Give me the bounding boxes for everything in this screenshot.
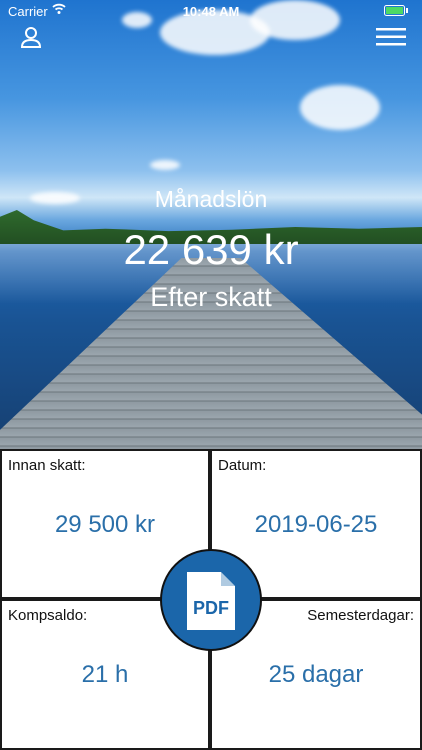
pdf-button[interactable]: PDF [160,549,262,651]
card-label: Datum: [218,457,267,474]
status-bar: Carrier 10:48 AM [0,0,422,22]
card-label: Semesterdagar: [307,607,414,624]
card-value: 29 500 kr [54,511,156,538]
clock: 10:48 AM [182,4,240,19]
salary-subtitle: Efter skatt [150,282,272,312]
cloud [150,160,180,170]
card-value: 2019-06-25 [254,511,378,538]
background-photo [0,0,422,449]
menu-icon[interactable] [376,28,406,46]
salary-amount: 22 639 kr [123,226,299,273]
user-icon[interactable] [19,26,43,50]
card-label: Innan skatt: [8,457,86,474]
cloud [300,85,380,130]
card-value: 21 h [81,661,129,688]
pdf-label: PDF [193,598,229,618]
battery-icon [384,5,408,16]
pdf-icon: PDF [187,572,235,630]
card-value: 25 dagar [268,661,364,688]
card-label: Kompsaldo: [8,607,88,624]
salary-title: Månadslön [154,186,268,212]
